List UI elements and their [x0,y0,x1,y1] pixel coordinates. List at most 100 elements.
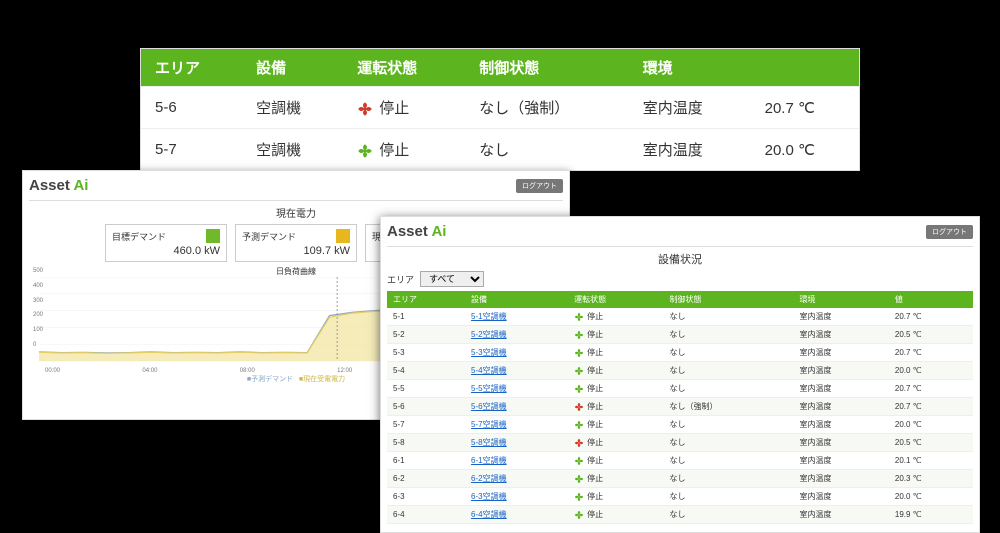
cell-run: 停止 [568,362,663,380]
equipment-link[interactable]: 5-3空調機 [471,348,507,357]
equipment-link[interactable]: 5-6空調機 [471,402,507,411]
cell-ctrl: なし [663,380,793,398]
table-row: 5-2 5-2空調機 停止 なし 室内温度 20.5 ℃ [387,326,973,344]
logout-button[interactable]: ログアウト [516,179,563,193]
eq-th-equip: 設備 [465,291,568,308]
cell-equip: 6-4空調機 [465,506,568,524]
cell-equip: 5-7空調機 [465,416,568,434]
cell-ctrl: なし [663,416,793,434]
equipment-link[interactable]: 5-1空調機 [471,312,507,321]
cell-env-value: 20.7 ℃ [751,87,859,129]
cell-run: 停止 [568,326,663,344]
equipment-list-card: Asset Ai ログアウト 設備状況 エリア すべて エリア 設備 運転状態 … [380,216,980,533]
area-filter-select[interactable]: すべて [420,271,484,287]
fan-icon [574,438,584,448]
fan-icon [574,474,584,484]
cell-ctrl: なし [663,506,793,524]
eq-th-run: 運転状態 [568,291,663,308]
cell-run: 停止 [568,434,663,452]
cell-area: 6-4 [387,506,465,524]
fan-icon [574,348,584,358]
th-ctrl: 制御状態 [465,49,628,87]
equipment-link[interactable]: 6-2空調機 [471,474,507,483]
fan-icon [574,312,584,322]
cell-ctrl: なし [663,362,793,380]
eq-th-val: 値 [889,291,973,308]
cell-val: 20.3 ℃ [889,470,973,488]
cell-env: 室内温度 [794,362,889,380]
brand-ai: Ai [431,223,446,240]
brand-ai: Ai [73,177,88,194]
status-badge-icon [206,229,220,243]
cell-ctrl: なし [663,488,793,506]
cell-ctrl: なし [663,308,793,326]
fan-icon [574,510,584,520]
table-row: 5-7 5-7空調機 停止 なし 室内温度 20.0 ℃ [387,416,973,434]
cell-run: 停止 [568,488,663,506]
brand-logo: Asset Ai [387,223,446,240]
cell-run: 停止 [568,380,663,398]
cell-val: 20.0 ℃ [889,488,973,506]
table-row: 5-3 5-3空調機 停止 なし 室内温度 20.7 ℃ [387,344,973,362]
equipment-link[interactable]: 5-4空調機 [471,366,507,375]
cell-area: 5-8 [387,434,465,452]
cell-area: 6-3 [387,488,465,506]
cell-val: 20.5 ℃ [889,326,973,344]
y-tick: 200 [33,312,43,318]
cell-run: 停止 [568,416,663,434]
cell-env-label: 室内温度 [629,87,751,129]
cell-equip: 5-4空調機 [465,362,568,380]
cell-env: 室内温度 [794,326,889,344]
cell-equip: 6-3空調機 [465,488,568,506]
logout-button[interactable]: ログアウト [926,225,973,239]
cell-area: 5-1 [387,308,465,326]
equipment-link[interactable]: 5-7空調機 [471,420,507,429]
cell-area: 5-7 [387,416,465,434]
eq-th-env: 環境 [794,291,889,308]
cell-equip: 空調機 [242,129,343,171]
equipment-link[interactable]: 5-8空調機 [471,438,507,447]
cell-equip: 5-1空調機 [465,308,568,326]
equipment-link[interactable]: 6-1空調機 [471,456,507,465]
legend-forecast: ■予測デマンド [247,376,293,383]
cell-val: 20.7 ℃ [889,380,973,398]
fan-icon [574,384,584,394]
area-filter-label: エリア [387,273,414,286]
equipment-link[interactable]: 5-5空調機 [471,384,507,393]
table-row: 5-6 空調機 停止 なし（強制） 室内温度 20.7 ℃ [141,87,859,129]
cell-env: 室内温度 [794,344,889,362]
cell-area: 5-2 [387,326,465,344]
chart-brand-bar: Asset Ai ログアウト [29,175,563,201]
list-brand-bar: Asset Ai ログアウト [387,221,973,247]
table-row: 6-2 6-2空調機 停止 なし 室内温度 20.3 ℃ [387,470,973,488]
cell-env: 室内温度 [794,434,889,452]
cell-env: 室内温度 [794,452,889,470]
cell-equip: 5-6空調機 [465,398,568,416]
cell-equip: 空調機 [242,87,343,129]
fan-icon [574,456,584,466]
y-tick: 300 [33,298,43,304]
table-row: 6-4 6-4空調機 停止 なし 室内温度 19.9 ℃ [387,506,973,524]
cell-equip: 6-2空調機 [465,470,568,488]
equipment-link[interactable]: 5-2空調機 [471,330,507,339]
demand-label: 予測デマンド [242,230,296,243]
brand-asset: Asset [387,223,431,240]
eq-th-area: エリア [387,291,465,308]
cell-run: 停止 [343,87,465,129]
fan-icon [574,330,584,340]
cell-ctrl: なし [663,434,793,452]
cell-env: 室内温度 [794,308,889,326]
cell-area: 5-6 [387,398,465,416]
equipment-link[interactable]: 6-4空調機 [471,510,507,519]
cell-env: 室内温度 [794,398,889,416]
cell-run: 停止 [568,452,663,470]
cell-run: 停止 [568,506,663,524]
demand-value: 460.0 kW [112,245,220,257]
cell-area: 6-1 [387,452,465,470]
cell-area: 5-7 [141,129,242,171]
th-area: エリア [141,49,242,87]
y-axis-labels: 5004003002001000 [33,268,43,348]
table-row: 5-5 5-5空調機 停止 なし 室内温度 20.7 ℃ [387,380,973,398]
table-row: 6-1 6-1空調機 停止 なし 室内温度 20.1 ℃ [387,452,973,470]
th-equip: 設備 [242,49,343,87]
